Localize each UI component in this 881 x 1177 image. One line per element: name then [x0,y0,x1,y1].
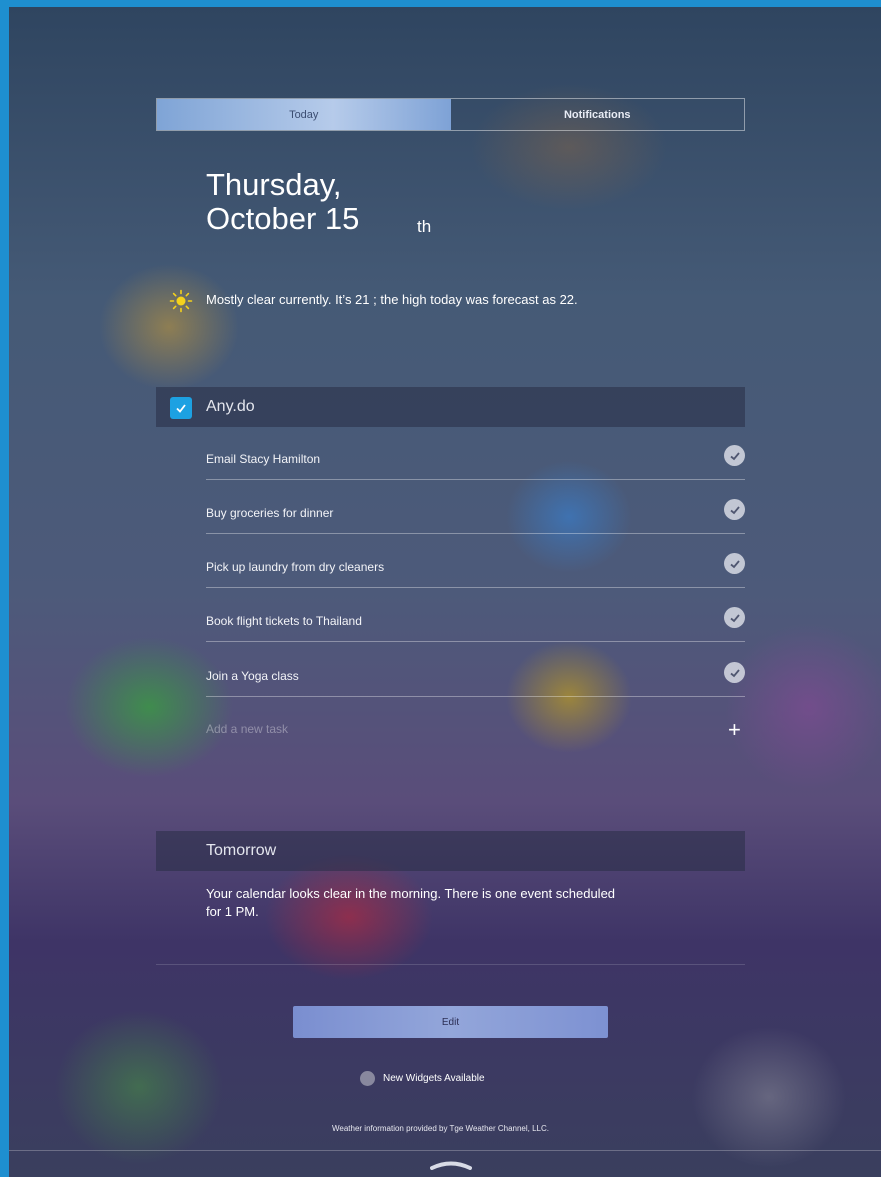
window-frame-left [0,0,9,1177]
task-label: Email Stacy Hamilton [206,452,321,466]
add-task-input[interactable]: Add a new task [206,722,288,736]
divider [206,696,745,697]
weather-credit: Weather information provided by Tge Weat… [331,1124,549,1133]
anydo-app-icon [170,397,192,419]
date-suffix: th [417,217,432,236]
tab-today[interactable]: Today [157,99,451,130]
new-widgets-notice[interactable]: New Widgets Available [360,1071,485,1086]
weather-summary: Mostly clear currently. It’s 21 ; the hi… [206,292,578,307]
task-complete-check-icon[interactable] [724,499,745,520]
window-frame-top [0,0,881,7]
anydo-title: Any.do [206,398,255,415]
date-month-day: October 15 [206,201,360,236]
new-widgets-badge-icon [360,1071,375,1086]
divider [206,587,745,588]
task-complete-check-icon[interactable] [724,662,745,683]
task-item[interactable]: Pick up laundry from dry cleaners [206,553,745,613]
tomorrow-title: Tomorrow [206,842,277,859]
task-label: Join a Yoga class [206,669,299,683]
task-item[interactable]: Buy groceries for dinner [206,499,745,559]
tomorrow-widget-header[interactable]: Tomorrow [156,831,745,871]
sun-icon [169,289,193,313]
divider [206,533,745,534]
task-item[interactable]: Join a Yoga class [206,662,745,722]
pull-up-handle-icon[interactable] [430,1158,472,1170]
new-widgets-label: New Widgets Available [383,1073,485,1084]
checkmark-icon [176,404,186,413]
task-label: Buy groceries for dinner [206,506,334,520]
tomorrow-summary: Your calendar looks clear in the morning… [206,886,616,919]
divider [9,1150,881,1151]
view-segmented-control: Today Notifications [156,98,745,131]
divider [156,964,745,965]
task-complete-check-icon[interactable] [724,607,745,628]
add-task-plus-icon[interactable]: + [728,718,741,742]
task-item[interactable]: Email Stacy Hamilton [206,445,745,505]
task-label: Pick up laundry from dry cleaners [206,560,385,574]
date-heading: Thursday, October 15 [206,168,359,236]
date-weekday: Thursday, [206,167,342,202]
task-label: Book flight tickets to Thailand [206,614,362,628]
edit-button[interactable]: Edit [293,1006,608,1038]
divider [206,479,745,480]
anydo-widget-header[interactable]: Any.do [156,387,745,427]
task-complete-check-icon[interactable] [724,445,745,466]
tab-notifications[interactable]: Notifications [451,99,745,130]
divider [206,641,745,642]
task-item[interactable]: Book flight tickets to Thailand [206,607,745,667]
task-complete-check-icon[interactable] [724,553,745,574]
